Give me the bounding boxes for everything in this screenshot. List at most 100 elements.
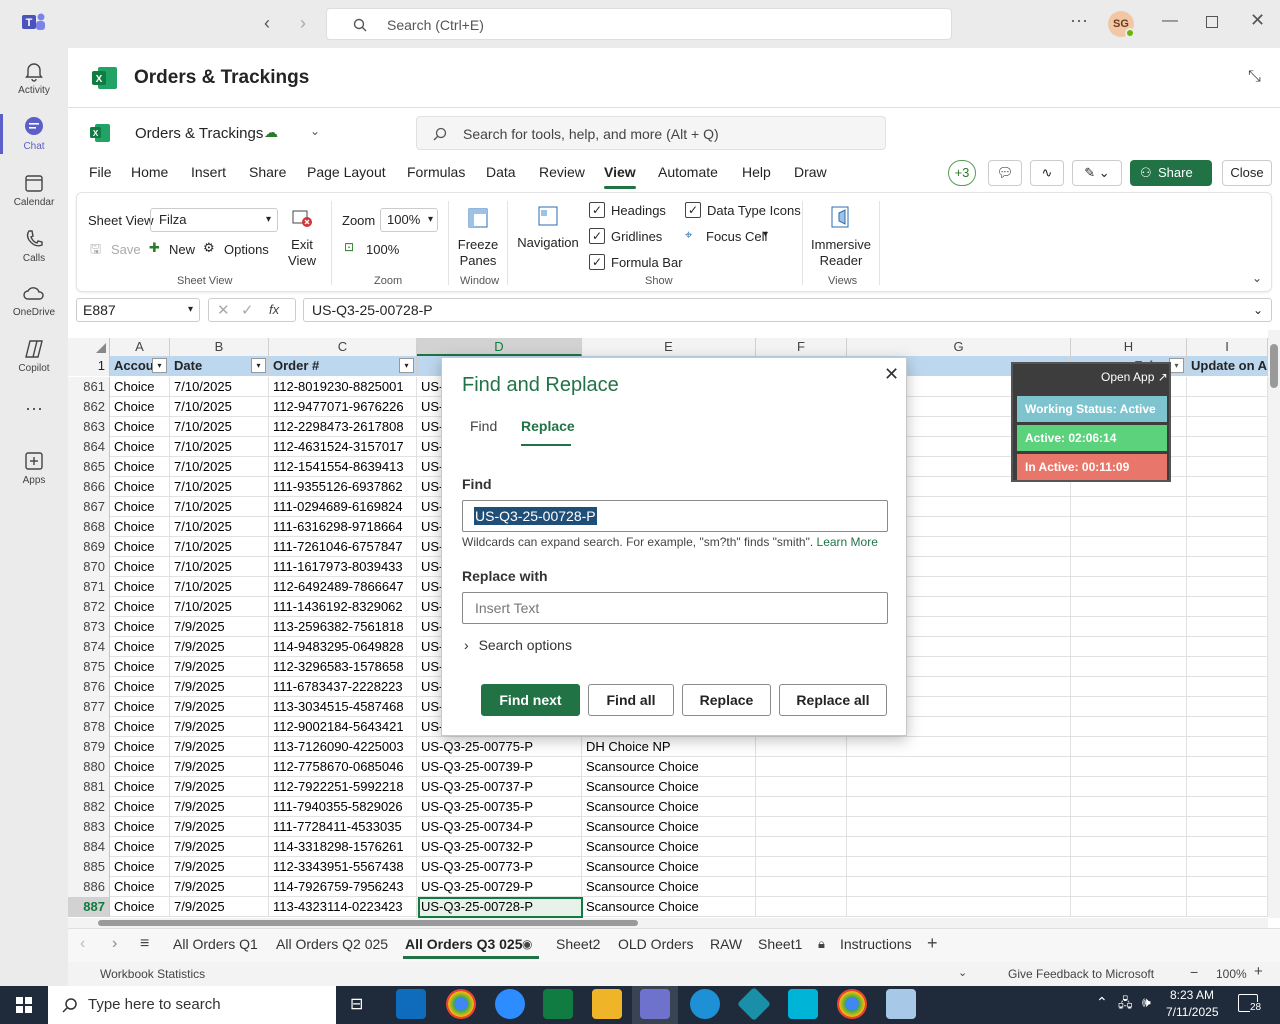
cell-a[interactable]: Choice (110, 537, 170, 557)
cell-i[interactable] (1187, 737, 1268, 757)
filter-dropdown-icon[interactable]: ▾ (251, 358, 266, 373)
notes-app-icon[interactable] (886, 989, 916, 1019)
cell-i[interactable] (1187, 457, 1268, 477)
cell-b[interactable]: 7/9/2025 (170, 717, 269, 737)
sheet-tab[interactable]: All Orders Q2 025 (276, 936, 388, 952)
row-number[interactable]: 875 (68, 657, 110, 677)
zoom-app-icon[interactable] (495, 989, 525, 1019)
cell-b[interactable]: 7/9/2025 (170, 877, 269, 897)
row-number[interactable]: 864 (68, 437, 110, 457)
teams-logo-icon[interactable]: T (22, 12, 46, 37)
cell-g[interactable] (847, 837, 1071, 857)
restore-icon[interactable] (1206, 16, 1218, 28)
horizontal-scrollbar[interactable] (68, 918, 1268, 928)
cell-c[interactable]: 114-9483295-0649828 (269, 637, 417, 657)
cell-a[interactable]: Choice (110, 717, 170, 737)
script-app-icon[interactable] (788, 989, 818, 1019)
cell-i[interactable] (1187, 517, 1268, 537)
cell-i[interactable] (1187, 417, 1268, 437)
tab-view[interactable]: View (604, 164, 636, 180)
find-all-button[interactable]: Find all (588, 684, 674, 716)
navigation-button[interactable]: Navigation (517, 235, 579, 250)
cell-c[interactable]: 112-1541554-8639413 (269, 457, 417, 477)
rail-chat[interactable]: Chat (0, 110, 68, 166)
cell-h[interactable] (1071, 657, 1187, 677)
tab-insert[interactable]: Insert (191, 164, 226, 180)
enter-icon[interactable]: ✓ (241, 301, 254, 319)
cell-d[interactable]: US-Q3-25-00734-P (417, 817, 582, 837)
select-all-corner[interactable] (68, 338, 110, 356)
minimize-icon[interactable]: — (1162, 12, 1178, 30)
cell-c[interactable]: 111-7728411-4533035 (269, 817, 417, 837)
cell-i[interactable] (1187, 597, 1268, 617)
network-icon[interactable]: 🖧︎ (1118, 994, 1133, 1016)
cell-g[interactable] (847, 857, 1071, 877)
sheet-tab[interactable]: Instructions (840, 936, 912, 952)
cell-e[interactable]: Scansource Choice (582, 757, 756, 777)
cell-d[interactable]: US-Q3-25-00739-P (417, 757, 582, 777)
data-type-icons-checkbox[interactable]: ✓ (685, 202, 701, 218)
cell-f[interactable] (756, 817, 847, 837)
cell-a[interactable]: Choice (110, 477, 170, 497)
find-next-button[interactable]: Find next (481, 684, 580, 716)
zoom-100-button[interactable]: 100% (366, 242, 399, 257)
cell-h[interactable] (1071, 677, 1187, 697)
cell-a[interactable]: Choice (110, 457, 170, 477)
cell-i[interactable] (1187, 437, 1268, 457)
cell-a[interactable]: Choice (110, 877, 170, 897)
tab-find[interactable]: Find (470, 418, 497, 434)
freeze-panes-button[interactable]: Freeze Panes (455, 237, 501, 269)
cell-b[interactable]: 7/9/2025 (170, 697, 269, 717)
status-zoom[interactable]: 100% (1216, 967, 1247, 981)
column-header-a[interactable]: A (110, 338, 170, 356)
cell-a[interactable]: Choice (110, 697, 170, 717)
cell-g[interactable] (847, 777, 1071, 797)
cell-g[interactable] (847, 817, 1071, 837)
cell-f[interactable] (756, 797, 847, 817)
cell-c[interactable]: 113-3034515-4587468 (269, 697, 417, 717)
cell-a[interactable]: Choice (110, 837, 170, 857)
cell-e[interactable]: Scansource Choice (582, 837, 756, 857)
tab-help[interactable]: Help (742, 164, 771, 180)
sheet-tab[interactable]: RAW (710, 936, 742, 952)
cell-i[interactable] (1187, 377, 1268, 397)
cell-h[interactable] (1071, 697, 1187, 717)
open-app-link[interactable]: Open App ↗ (1101, 370, 1168, 384)
cell-i[interactable] (1187, 897, 1268, 917)
tab-draw[interactable]: Draw (794, 164, 827, 180)
expand-ribbon-icon[interactable]: ⌄ (1252, 271, 1262, 285)
cell-e[interactable]: Scansource Choice (582, 877, 756, 897)
row-number[interactable]: 885 (68, 857, 110, 877)
cell-c[interactable]: 113-4323114-0223423 (269, 897, 417, 917)
row-number[interactable]: 886 (68, 877, 110, 897)
formula-input[interactable]: US-Q3-25-00728-P ⌄ (303, 298, 1272, 322)
row-number[interactable]: 862 (68, 397, 110, 417)
chrome-icon-2[interactable] (837, 989, 867, 1019)
cell-a[interactable]: Choice (110, 517, 170, 537)
tab-page-layout[interactable]: Page Layout (307, 164, 386, 180)
more-tabs-button[interactable]: +3 (948, 160, 976, 186)
outlook-icon[interactable] (396, 989, 426, 1019)
cell-h[interactable] (1071, 497, 1187, 517)
cell-b[interactable]: 7/10/2025 (170, 417, 269, 437)
cell-c[interactable]: 111-1617973-8039433 (269, 557, 417, 577)
cell-c[interactable]: 112-9002184-5643421 (269, 717, 417, 737)
cell-a[interactable]: Choice (110, 397, 170, 417)
row-number[interactable]: 879 (68, 737, 110, 757)
cell-c[interactable]: 111-6783437-2228223 (269, 677, 417, 697)
row-number[interactable]: 865 (68, 457, 110, 477)
cell-b[interactable]: 7/10/2025 (170, 437, 269, 457)
cell-b[interactable]: 7/10/2025 (170, 577, 269, 597)
cell-a[interactable]: Choice (110, 557, 170, 577)
cell-e[interactable]: Scansource Choice (582, 857, 756, 877)
close-file-button[interactable]: Close (1222, 160, 1272, 186)
cell-a[interactable]: Choice (110, 437, 170, 457)
cell-b[interactable]: 7/9/2025 (170, 757, 269, 777)
cell-h[interactable] (1071, 597, 1187, 617)
zoom-select[interactable]: 100% ▾ (380, 208, 438, 232)
rail-copilot[interactable]: Copilot (0, 332, 68, 388)
cell-b[interactable]: 7/9/2025 (170, 817, 269, 837)
cell-i[interactable] (1187, 797, 1268, 817)
forward-arrow-icon[interactable]: › (300, 13, 306, 34)
vertical-scroll-thumb[interactable] (1270, 344, 1278, 388)
